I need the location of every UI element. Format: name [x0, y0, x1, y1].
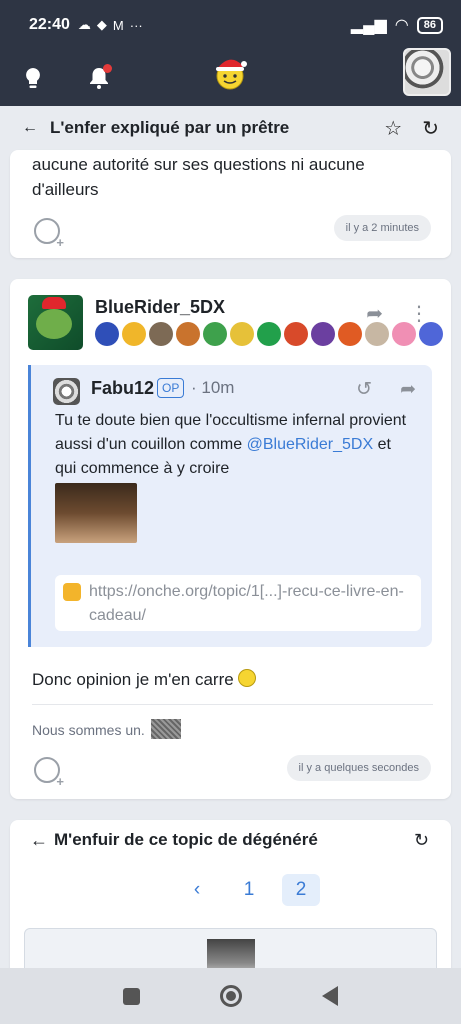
- op-badge: OP: [157, 378, 185, 398]
- back-arrow-icon[interactable]: ←: [30, 830, 48, 851]
- signature-divider: [32, 704, 433, 705]
- quote-image[interactable]: [55, 483, 137, 543]
- santa-smiley-logo[interactable]: [210, 52, 250, 92]
- topic-nav-card: ← M'enfuir de ce topic de dégénéré ↻ ‹ 1…: [10, 820, 451, 988]
- app-header: [0, 48, 461, 106]
- quote-avatar: [53, 378, 80, 405]
- post-avatar[interactable]: [28, 295, 83, 350]
- prev-page-button[interactable]: ‹: [178, 874, 216, 906]
- user-badge-icon[interactable]: [230, 322, 254, 346]
- quote-author[interactable]: Fabu12: [91, 378, 154, 399]
- wifi-icon: ◠: [394, 17, 409, 34]
- notification-dot: [103, 64, 112, 73]
- user-badge-icon[interactable]: [149, 322, 173, 346]
- user-mention-link[interactable]: @BlueRider_5DX: [247, 436, 374, 453]
- back-arrow-icon[interactable]: ←: [22, 119, 38, 137]
- pagination: ‹ 1 2: [178, 874, 320, 906]
- quote-share-icon[interactable]: ➦: [400, 378, 416, 401]
- user-avatar[interactable]: [403, 48, 451, 96]
- user-badge-icon[interactable]: [122, 322, 146, 346]
- user-badge-icon[interactable]: [95, 322, 119, 346]
- lightbulb-icon[interactable]: [20, 65, 46, 91]
- home-button[interactable]: [220, 985, 242, 1007]
- page-1-button[interactable]: 1: [230, 874, 268, 906]
- add-reaction-icon[interactable]: [34, 757, 64, 789]
- android-nav-bar: [0, 968, 461, 1024]
- signature-text: Nous sommes un.: [32, 722, 145, 738]
- refresh-icon[interactable]: ↻: [414, 830, 429, 851]
- add-reaction-icon[interactable]: [34, 218, 64, 250]
- previous-post-card: aucune autorité sur ses questions ni auc…: [10, 150, 451, 258]
- post-signature: Nous sommes un.: [32, 719, 181, 739]
- topic-link-preview[interactable]: https://onche.org/topic/1[...]-recu-ce-l…: [55, 575, 421, 631]
- quote-time: · 10m: [191, 378, 235, 397]
- user-badge-icon[interactable]: [257, 322, 281, 346]
- topic-header: ← L'enfer expliqué par un prêtre ☆ ↻: [10, 106, 451, 150]
- post-body: Donc opinion je m'en carre: [32, 669, 256, 690]
- topic-title: L'enfer expliqué par un prêtre: [50, 118, 290, 137]
- post-timestamp: il y a quelques secondes: [286, 755, 431, 781]
- more-options-icon[interactable]: ⋮: [409, 301, 429, 326]
- signal-icon: ▂▄▆: [350, 17, 387, 34]
- user-badge-icon[interactable]: [176, 322, 200, 346]
- signature-image: [150, 719, 181, 739]
- user-badge-icon[interactable]: [284, 322, 308, 346]
- post-card: BlueRider_5DX ➦ ⋮ Fabu12 OP · 10m ↺ ➦ Tu…: [10, 279, 451, 799]
- top-bar: 22:40 ☁ ◆ M ··· ▂▄▆ ◠ 86: [0, 0, 461, 106]
- system-icons: ▂▄▆ ◠ 86: [351, 15, 443, 35]
- smiley-emoji-icon: [237, 669, 256, 687]
- notification-icons: ☁ ◆ M ···: [78, 17, 143, 33]
- more-icon: ···: [129, 17, 143, 33]
- page-2-button[interactable]: 2: [282, 874, 320, 906]
- star-icon[interactable]: ☆: [384, 116, 402, 141]
- topic-link-url: https://onche.org/topic/1[...]-recu-ce-l…: [89, 583, 404, 624]
- share-icon[interactable]: ➦: [366, 301, 383, 326]
- notifications-button[interactable]: [86, 64, 112, 91]
- status-bar: 22:40 ☁ ◆ M ··· ▂▄▆ ◠ 86: [0, 0, 461, 50]
- post-timestamp: il y a 2 minutes: [333, 215, 431, 241]
- topic-nav-title[interactable]: M'enfuir de ce topic de dégénéré: [54, 830, 318, 850]
- battery-icon: 86: [416, 16, 443, 34]
- post-body-text: Donc opinion je m'en carre: [32, 670, 234, 689]
- recents-button[interactable]: [123, 987, 140, 1005]
- cloud-icon: ☁: [77, 17, 91, 32]
- post-username[interactable]: BlueRider_5DX: [95, 297, 225, 318]
- smiley-favicon-icon: [63, 583, 81, 601]
- quoted-post: Fabu12 OP · 10m ↺ ➦ Tu te doute bien que…: [28, 365, 432, 647]
- user-badge-icon[interactable]: [203, 322, 227, 346]
- quote-text: Tu te doute bien que l'occultisme infern…: [55, 409, 415, 481]
- status-time: 22:40: [29, 16, 70, 33]
- history-icon[interactable]: ↺: [356, 378, 372, 401]
- game-icon: ◆: [96, 17, 107, 32]
- mail-icon: M: [112, 17, 124, 33]
- user-badge-icon[interactable]: [338, 322, 362, 346]
- previous-post-text: aucune autorité sur ses questions ni auc…: [32, 155, 365, 199]
- refresh-icon[interactable]: ↻: [422, 116, 439, 141]
- user-badge-icon[interactable]: [311, 322, 335, 346]
- back-button[interactable]: [322, 986, 338, 1006]
